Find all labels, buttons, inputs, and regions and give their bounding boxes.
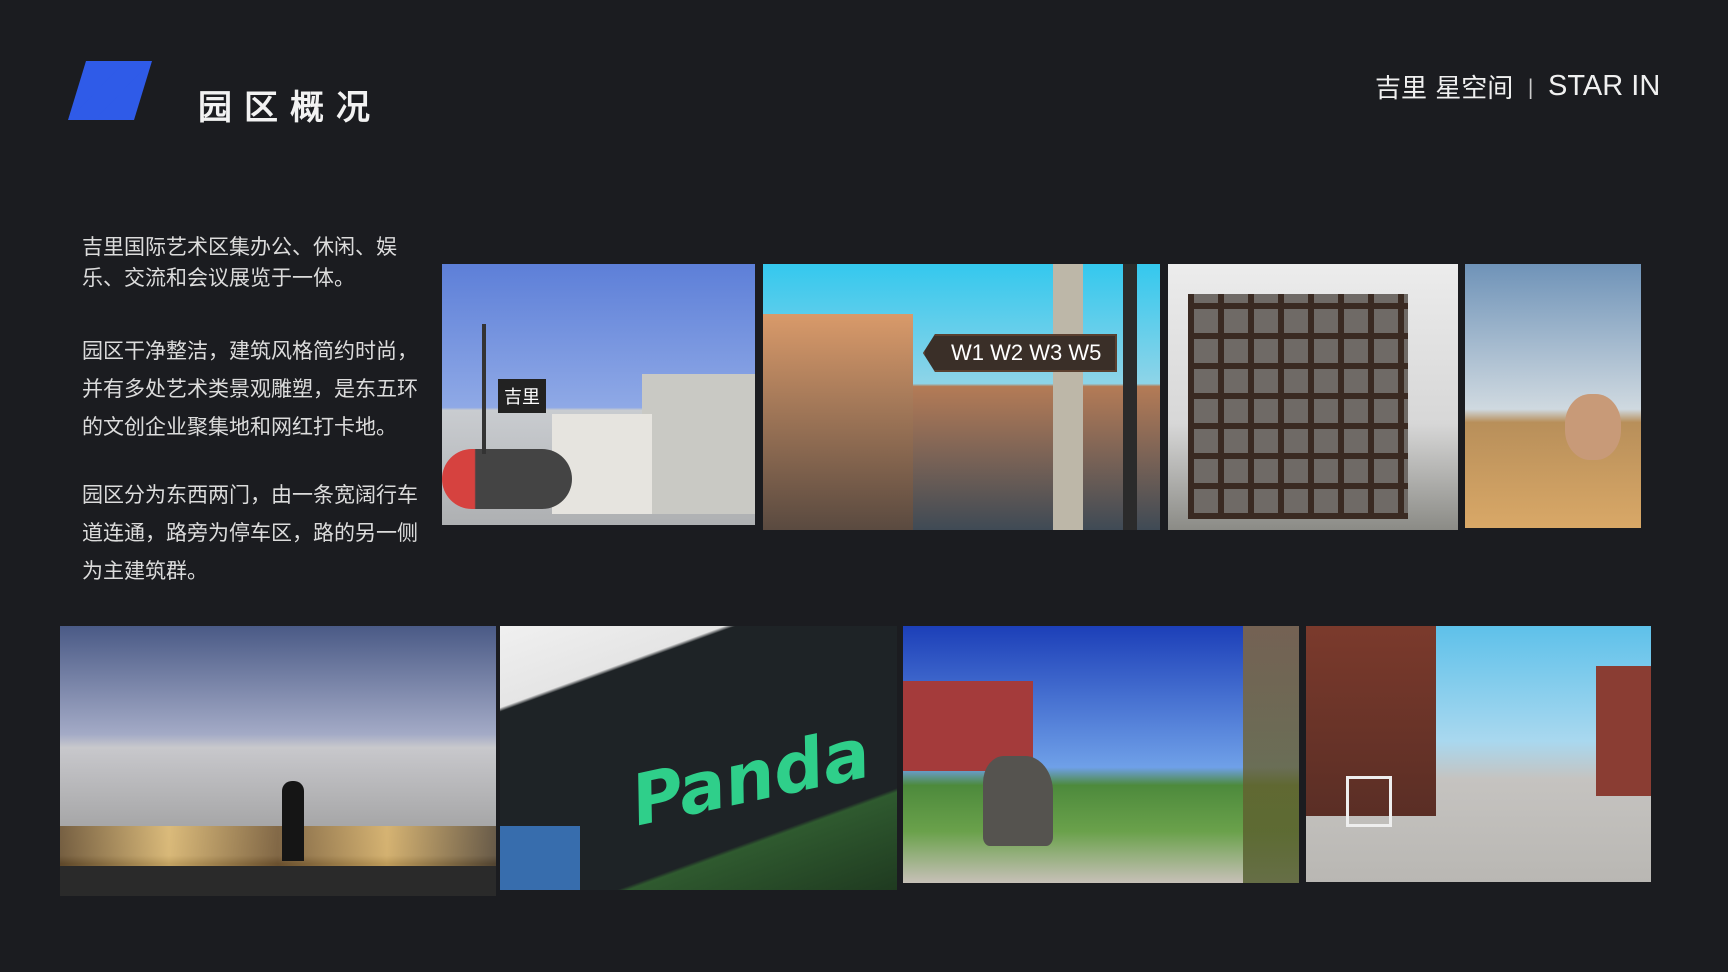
photo-entrance-gate: 吉里 (442, 264, 755, 525)
paragraph-3: 园区分为东西两门，由一条宽阔行车道连通，路旁为停车区，路的另一侧为主建筑群。 (82, 483, 418, 583)
street-sign-text: W1 W2 W3 W5 (923, 334, 1118, 372)
photo-cage-sculpture (1168, 264, 1458, 530)
graffiti-text: Panda (624, 711, 878, 843)
photo-head-sculpture (1465, 264, 1641, 528)
page-title: 园区概况 (198, 88, 382, 128)
paragraph-2: 园区干净整洁，建筑风格简约时尚，并有多处艺术类景观雕塑，是东五环的文创企业聚集地… (82, 339, 418, 439)
logo-slash-icon (68, 61, 152, 120)
photo-main-road (1306, 626, 1651, 882)
photo-garden-path (903, 626, 1299, 883)
paragraph-1: 吉里国际艺术区集办公、休闲、娱乐、交流和会议展览于一体。 (82, 235, 397, 290)
photo-street-sign: W1 W2 W3 W5 (763, 264, 1160, 530)
brand-header: 吉里 星空间 | STAR IN (1375, 68, 1660, 105)
brand-separator: | (1527, 74, 1535, 99)
description: 吉里国际艺术区集办公、休闲、娱乐、交流和会议展览于一体。 园区干净整洁，建筑风格… (82, 232, 427, 620)
photo-building-dusk (60, 626, 496, 896)
photo-graffiti-wall: Panda (500, 626, 897, 890)
brand-en: STAR IN (1548, 70, 1661, 102)
gate-sign: 吉里 (498, 379, 546, 413)
brand-cn: 吉里 星空间 (1375, 74, 1514, 104)
